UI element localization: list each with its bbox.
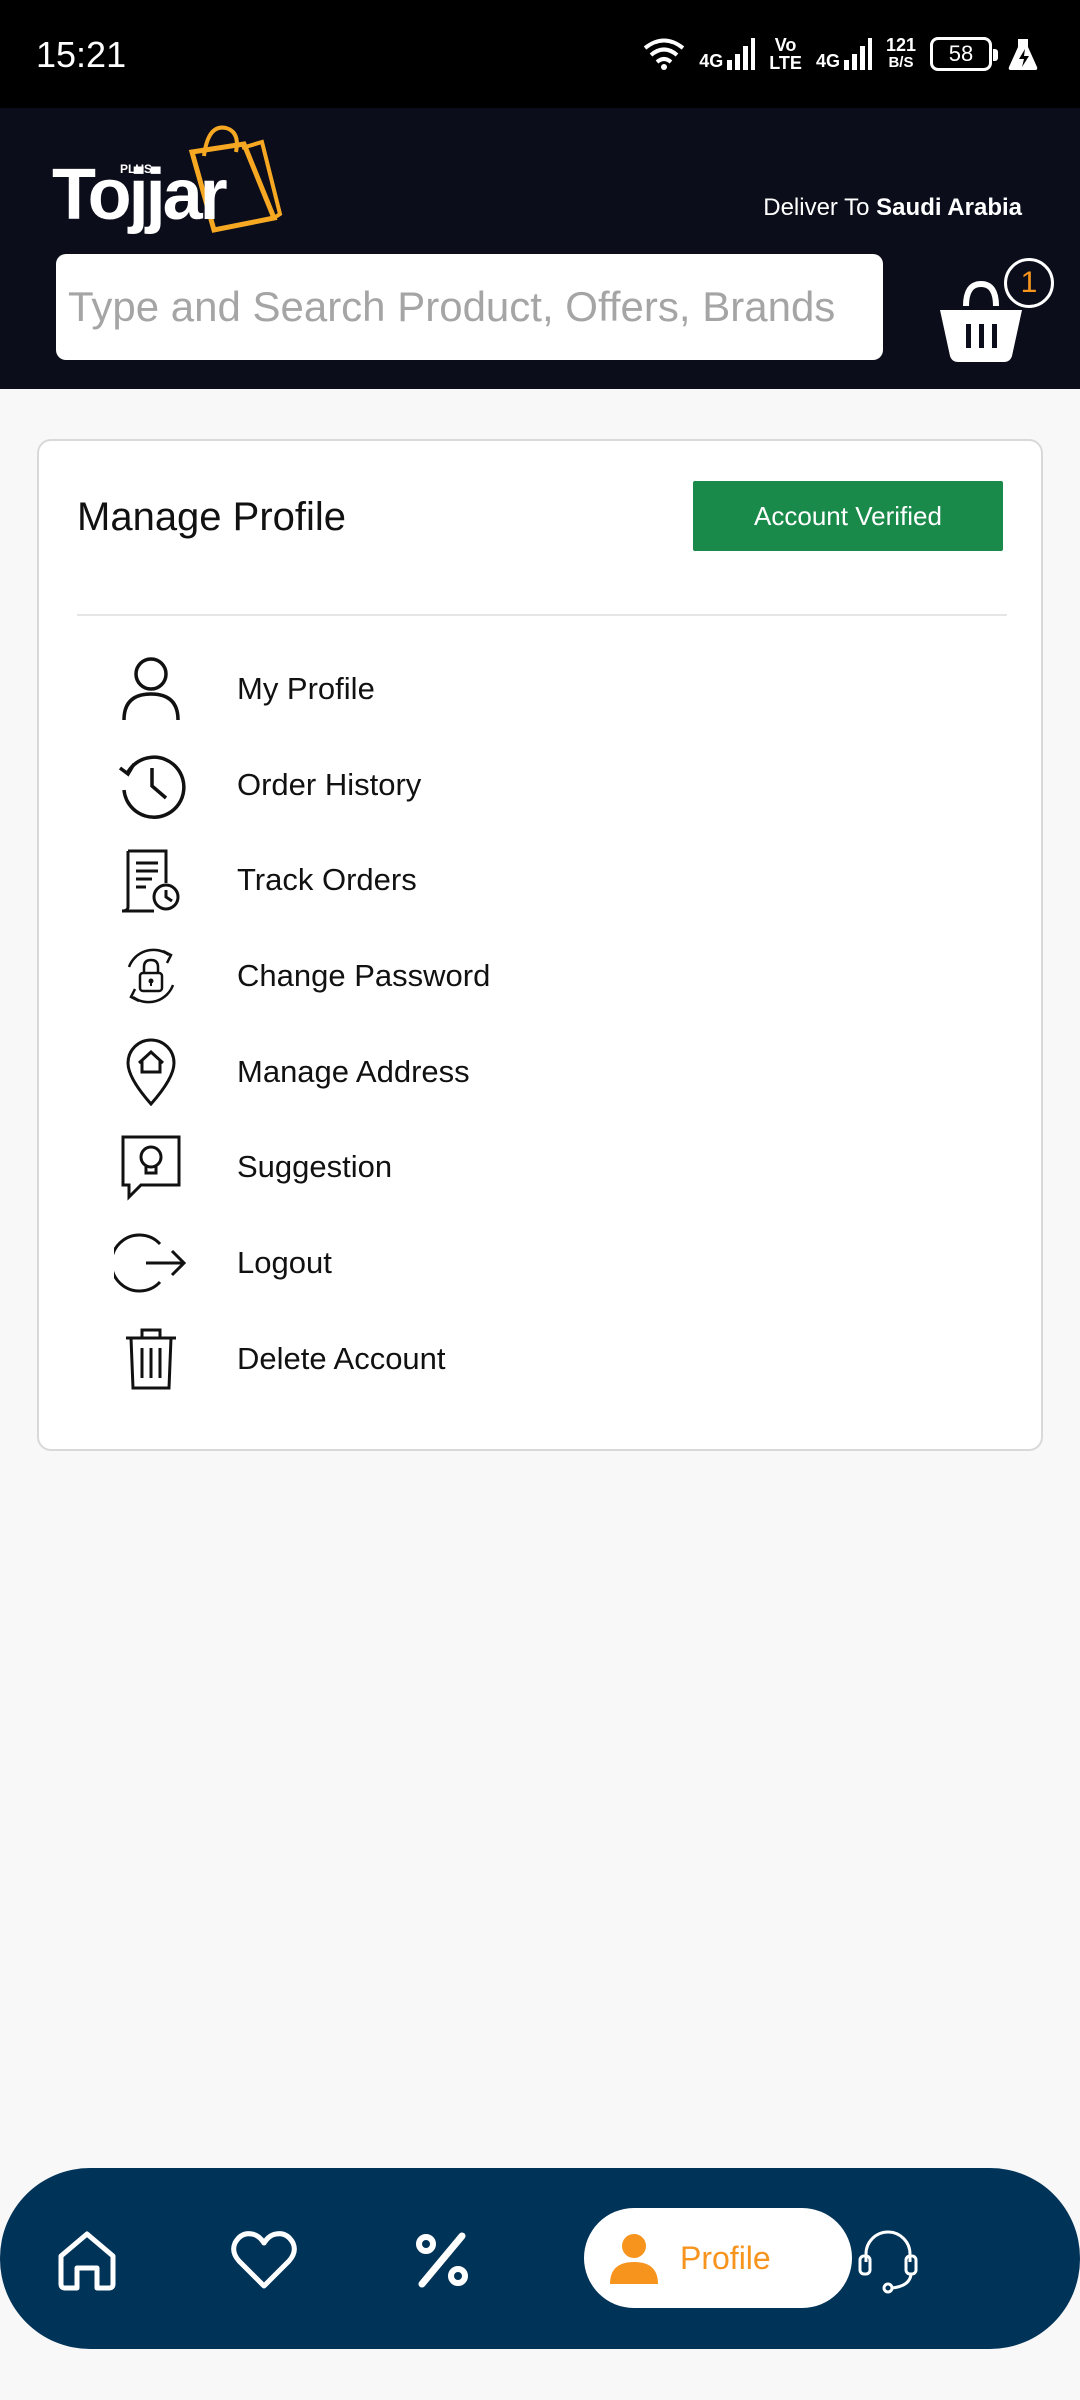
menu-item-manage-address[interactable]: Manage Address	[111, 1024, 971, 1120]
nav-profile-button[interactable]: Profile	[584, 2208, 852, 2308]
menu-item-label: Logout	[237, 1244, 332, 1280]
volte-label: Vo LTE	[769, 35, 802, 73]
lock-refresh-icon	[111, 936, 191, 1016]
menu-item-track-orders[interactable]: Track Orders	[111, 832, 971, 928]
menu-item-my-profile[interactable]: My Profile	[111, 641, 971, 737]
menu-item-delete-account[interactable]: Delete Account	[111, 1311, 971, 1407]
tojjar-logo[interactable]: PLUS Tojjar	[52, 122, 283, 244]
deliver-country: Saudi Arabia	[876, 194, 1022, 221]
percent-icon	[416, 2232, 468, 2288]
network-type-1: 4G	[699, 51, 724, 71]
nav-offers-button[interactable]	[402, 2220, 482, 2300]
battery-saver-icon	[1008, 39, 1038, 70]
manage-profile-card: Manage Profile Account Verified My Profi…	[37, 439, 1043, 1451]
logout-icon	[111, 1223, 191, 1303]
menu-item-label: Suggestion	[237, 1149, 393, 1185]
cart-count: 1	[1020, 266, 1038, 299]
menu-item-label: Track Orders	[237, 862, 417, 898]
heart-icon	[231, 2231, 297, 2289]
account-verified-badge: Account Verified	[693, 481, 1003, 551]
lightbulb-chat-icon	[111, 1127, 191, 1207]
divider	[77, 614, 1007, 616]
menu-item-suggestion[interactable]: Suggestion	[111, 1119, 971, 1215]
nav-home-button[interactable]	[47, 2220, 127, 2300]
search-input[interactable]	[56, 254, 883, 360]
deliver-to-label: Deliver To	[763, 194, 877, 221]
person-icon	[111, 649, 191, 729]
signal-bars-icon	[843, 38, 872, 70]
net-speed: 121 B/S	[886, 36, 916, 72]
page-title: Manage Profile	[77, 495, 347, 539]
logo-text: Tojjar	[52, 155, 228, 235]
battery-level: 58	[948, 41, 974, 66]
home-icon	[58, 2231, 116, 2291]
track-orders-icon	[111, 840, 191, 920]
trash-icon	[111, 1319, 191, 1399]
menu-item-label: Delete Account	[237, 1340, 446, 1376]
menu-item-order-history[interactable]: Order History	[111, 737, 971, 833]
cart-count-badge: 1	[1004, 258, 1054, 308]
history-icon	[111, 745, 191, 825]
bottom-nav: Profile	[0, 2168, 1080, 2349]
menu-item-logout[interactable]: Logout	[111, 1215, 971, 1311]
wifi-icon	[644, 38, 685, 70]
status-time: 15:21	[36, 34, 127, 75]
network-type-2: 4G	[815, 51, 840, 71]
nav-profile-label: Profile	[680, 2239, 771, 2276]
menu-item-label: My Profile	[237, 670, 375, 706]
profile-menu: My Profile Order History Track Orders Ch…	[111, 641, 971, 1407]
menu-item-label: Manage Address	[237, 1053, 470, 1089]
deliver-to[interactable]: Deliver To Saudi Arabia	[763, 194, 1022, 222]
cart-button[interactable]: 1	[936, 248, 1056, 362]
nav-wishlist-button[interactable]	[224, 2220, 304, 2300]
status-bar: 15:21 4G Vo LTE 4G 121 B/S 58	[0, 0, 1080, 108]
menu-item-label: Order History	[237, 766, 422, 802]
net-speed-value: 121	[885, 35, 916, 55]
battery-icon: 58	[930, 37, 998, 71]
cell-signal-2: 4G	[816, 38, 872, 70]
menu-item-change-password[interactable]: Change Password	[111, 928, 971, 1024]
support-icon	[858, 2230, 918, 2294]
signal-bars-icon	[727, 38, 756, 70]
app-header: PLUS Tojjar Deliver To Saudi Arabia 1	[0, 108, 1080, 389]
menu-item-label: Change Password	[237, 957, 491, 993]
cell-signal-1: 4G	[699, 38, 756, 71]
status-icons: 4G Vo LTE 4G 121 B/S 58	[643, 30, 1040, 78]
location-home-icon	[111, 1032, 191, 1112]
net-speed-unit: B/S	[888, 54, 914, 71]
person-icon	[610, 2234, 658, 2284]
nav-support-button[interactable]	[848, 2220, 928, 2300]
